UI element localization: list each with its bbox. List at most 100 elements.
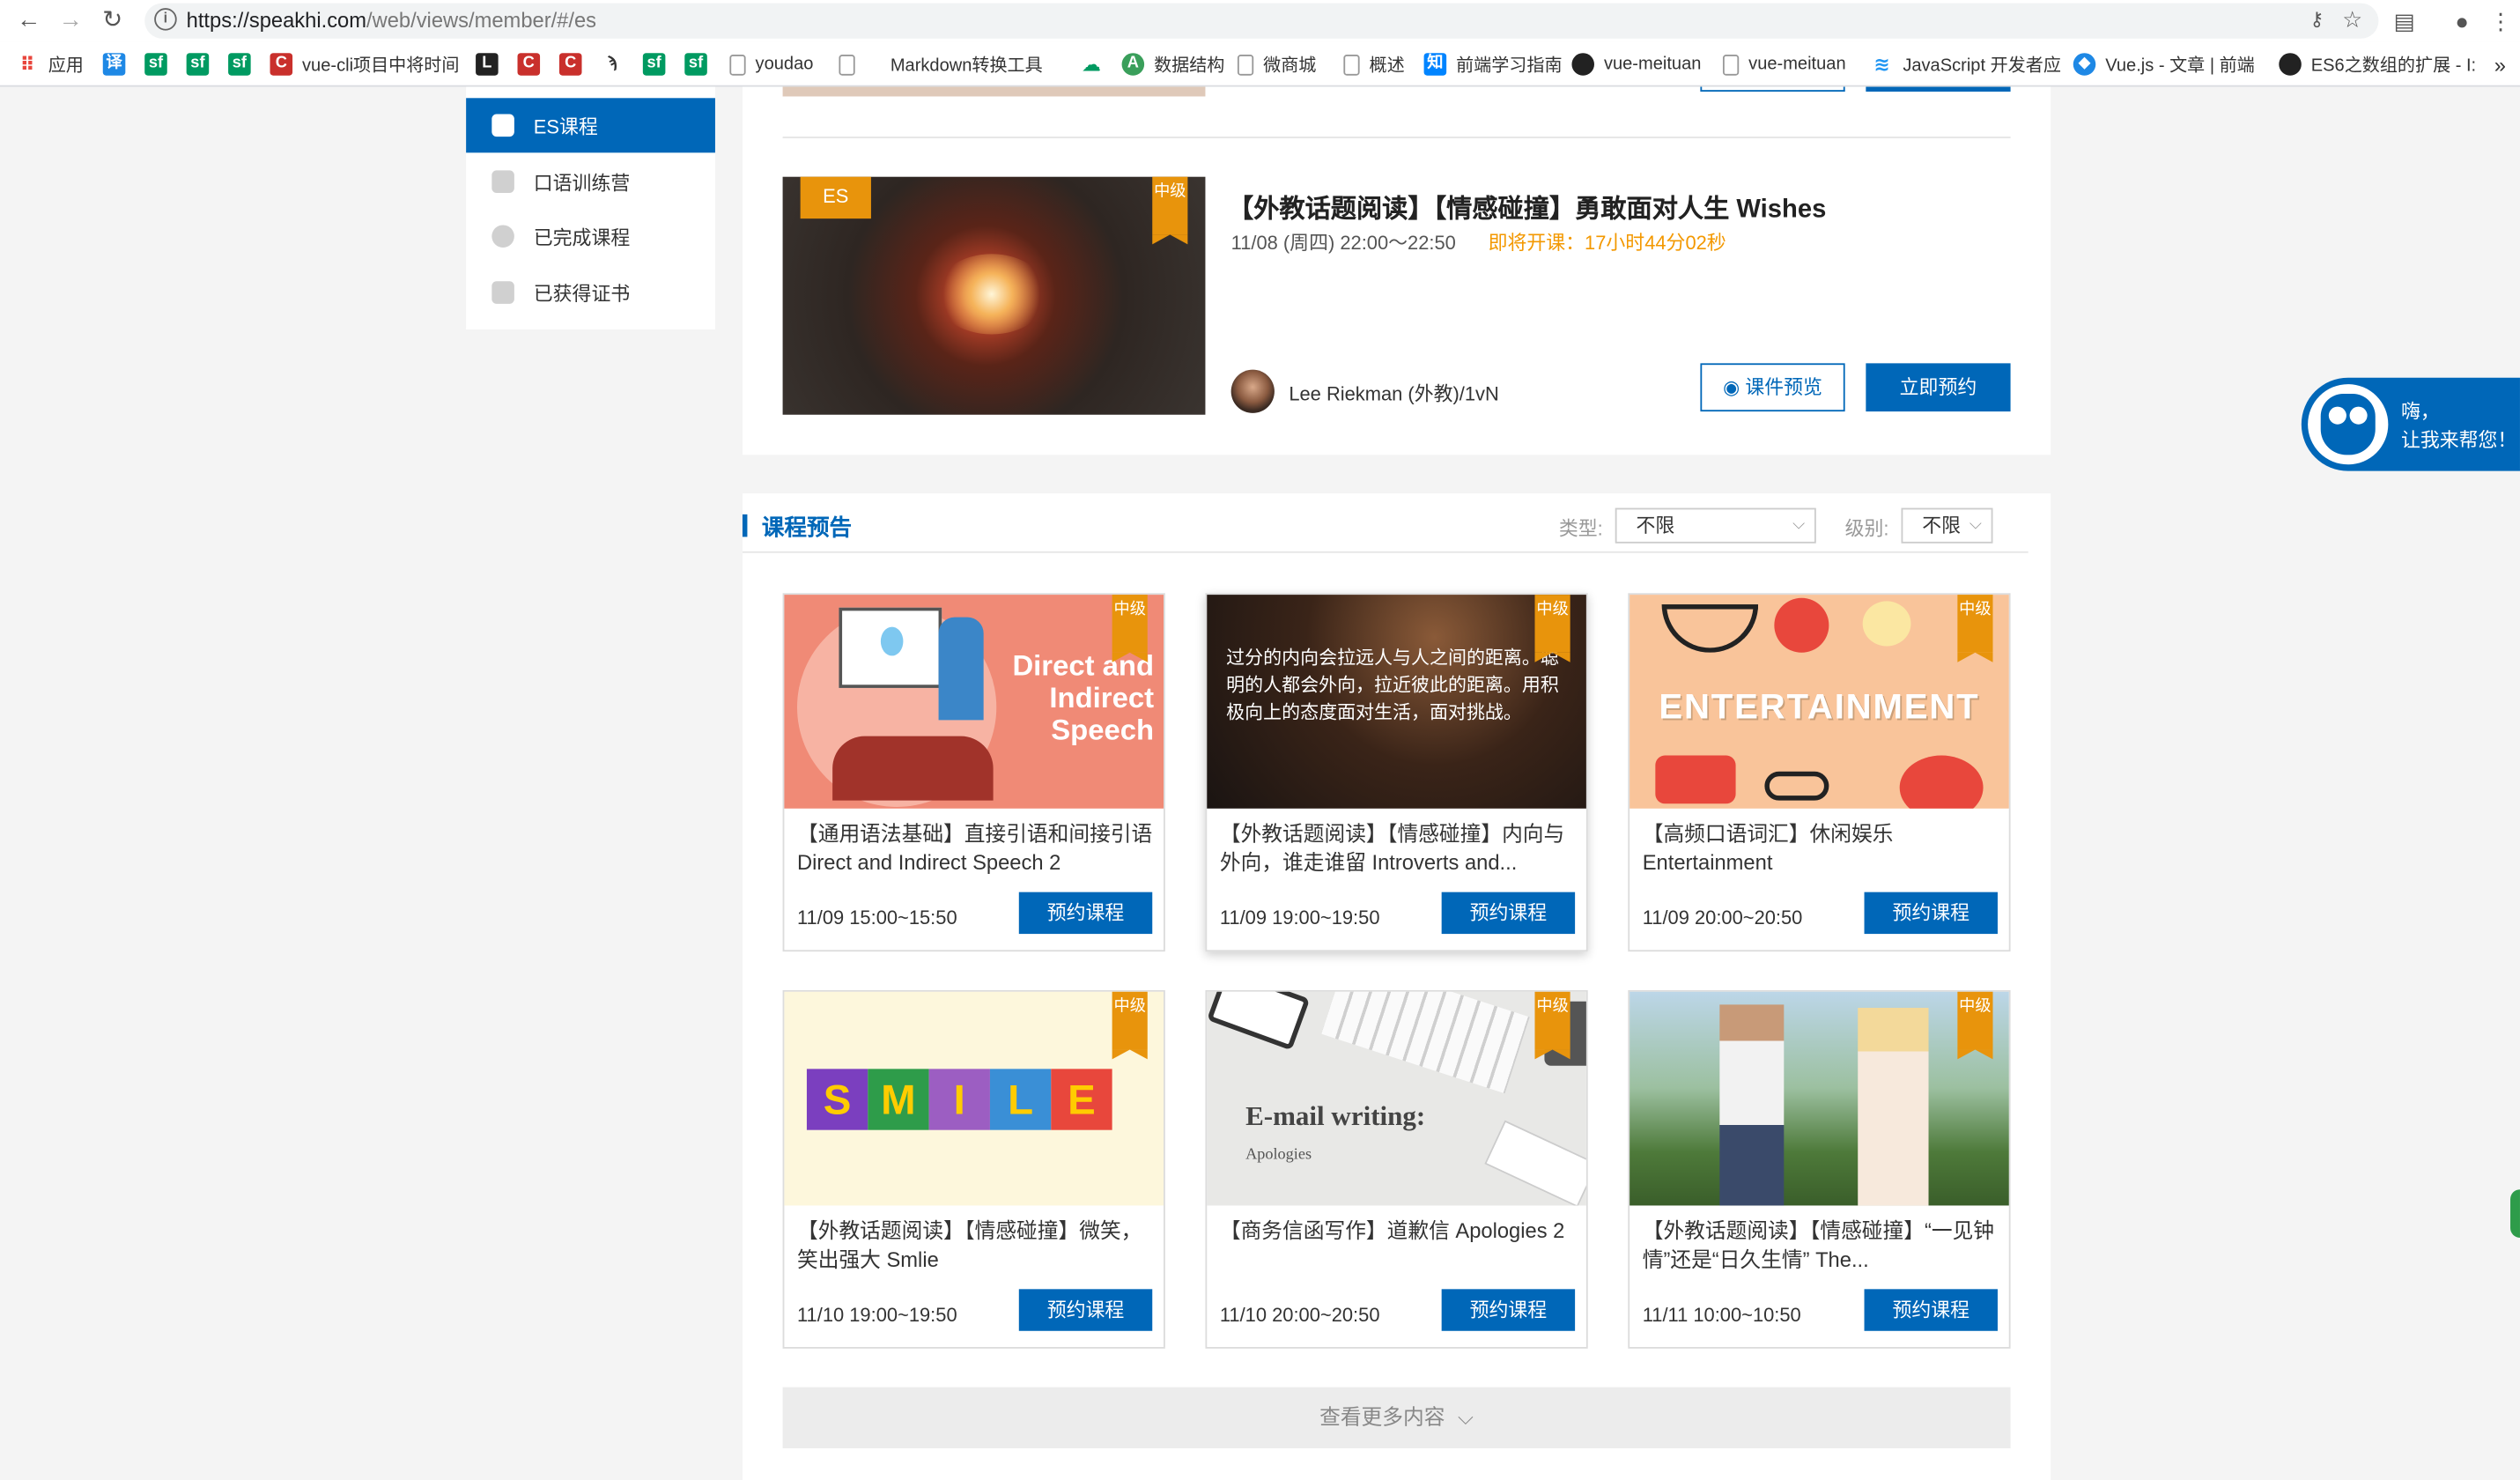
side-edge-tab[interactable] [2510, 1189, 2520, 1238]
book-course-button[interactable]: 预约课程 [1864, 892, 1998, 935]
bookmark-markdown[interactable]: Markdown转换工具 [839, 51, 1043, 77]
owl-eye-right [2349, 406, 2368, 425]
puzzle-piece: I [928, 1069, 990, 1130]
bookmark-vue-cli[interactable]: Cvue-cli项目中将时间 [270, 51, 460, 77]
page-icon [1237, 54, 1254, 75]
level-tag: 中级 [1957, 595, 1993, 662]
thumbnail-caption: ENTERTAINMENT [1659, 686, 1980, 727]
keyboard-image [1321, 991, 1530, 1094]
bookmark-js[interactable]: ≋ JavaScript 开发者应 [1871, 51, 2060, 77]
level-select[interactable]: 不限 ⌵ [1901, 507, 1993, 544]
bookmark-github-1[interactable]: vue-meituan [1571, 51, 1701, 77]
course-card[interactable]: E-mail writing: Apologies 中级 【商务信函写作】道歉信… [1205, 989, 1588, 1349]
wave-icon: ≋ [1873, 53, 1890, 76]
course-title[interactable]: 【高频口语词汇】休闲娱乐 Entertainment [1643, 820, 2003, 878]
bookmark-es6[interactable]: ES6之数组的扩展 - I: [2279, 51, 2476, 77]
thumbnail-subcaption: Apologies [1245, 1145, 1312, 1165]
book-now-button[interactable]: 立即预约 [1866, 363, 2011, 412]
address-bar[interactable]: i https://speakhi.com/web/views/member/#… [144, 3, 2379, 39]
sidebar-item-completed[interactable]: 已完成课程 [466, 209, 715, 263]
sidebar-item-speaking-camp[interactable]: 口语训练营 [466, 154, 715, 209]
bookmark-sf-2[interactable]: sf [186, 51, 218, 77]
section-title: 课程预告 [761, 514, 853, 541]
previous-book-button[interactable] [1866, 86, 2011, 92]
extension-icon[interactable]: ▤ [2388, 4, 2420, 36]
reload-icon[interactable]: ↻ [96, 4, 128, 36]
back-icon[interactable]: ← [13, 4, 45, 36]
bookmark-label: 微商城 [1263, 56, 1317, 76]
page-icon [1722, 54, 1740, 75]
featured-course-title[interactable]: 【外教话题阅读】【情感碰撞】勇敢面对人生 Wishes [1228, 187, 1826, 226]
bookmark-overview[interactable]: 概述 [1343, 51, 1405, 77]
bookmark-c1[interactable]: C [517, 51, 550, 77]
type-select-value: 不限 [1636, 514, 1675, 537]
courseware-preview-button[interactable]: ◉ 课件预览 [1700, 363, 1845, 412]
bookmark-c2[interactable]: C [558, 51, 591, 77]
course-title[interactable]: 【外教话题阅读】【情感碰撞】微笑，笑出强大 Smlie [797, 1217, 1157, 1275]
course-card[interactable]: 中级 【外教话题阅读】【情感碰撞】“一见钟情”还是“日久生情” The... 1… [1628, 989, 2011, 1349]
bookmark-zhihu[interactable]: 知前端学习指南 [1423, 51, 1563, 77]
bookmark-label: vue-cli项目中将时间 [302, 56, 460, 76]
thumbnail-caption: Direct and Indirect Speech [1012, 649, 1155, 746]
bookmark-link[interactable]: ϡ [601, 51, 632, 77]
course-title[interactable]: 【外教话题阅读】【情感碰撞】“一见钟情”还是“日久生情” The... [1643, 1217, 2003, 1275]
book-course-button[interactable]: 预约课程 [1441, 1289, 1576, 1331]
glow-hands-image [935, 254, 1048, 335]
bookmark-vuejs[interactable]: ◆ Vue.js - 文章 | 前端 [2073, 51, 2255, 77]
sidebar-item-certificates[interactable]: 已获得证书 [466, 265, 715, 320]
course-title[interactable]: 【通用语法基础】直接引语和间接引语 Direct and Indirect Sp… [797, 820, 1157, 878]
sandals-image [1655, 755, 1736, 804]
bookmark-translate[interactable]: 译 [102, 51, 135, 77]
book-course-button[interactable]: 预约课程 [1441, 892, 1576, 935]
bookmark-page-meituan[interactable]: vue-meituan [1722, 51, 1846, 77]
bookmark-label: Markdown转换工具 [890, 56, 1043, 76]
bookmarks-bar: ⠿ 应用 译 sf sf sf Cvue-cli项目中将时间 L C C ϡ sf… [0, 41, 2520, 87]
man-figure [1719, 1004, 1785, 1206]
bookmark-apps[interactable]: ⠿ 应用 [16, 51, 83, 77]
puzzle-piece: L [989, 1069, 1052, 1130]
bookmark-data-structure[interactable]: A 数据结构 [1121, 51, 1224, 77]
star-icon[interactable]: ☆ [2342, 6, 2362, 33]
view-more-button[interactable]: 查看更多内容 ⌵ [782, 1387, 2011, 1448]
course-card[interactable]: S M I L E 中级 【外教话题阅读】【情感碰撞】微笑，笑出强大 Smlie… [782, 989, 1165, 1349]
course-card[interactable]: 过分的内向会拉远人与人之间的距离。聪明的人都会外向，拉近彼此的距离。用积极向上的… [1205, 593, 1588, 952]
key-icon[interactable]: ⚷ [2309, 8, 2324, 31]
sidebar-item-es-course[interactable]: ES课程 [466, 98, 715, 153]
bookmark-weishangcheng[interactable]: 微商城 [1237, 51, 1317, 77]
help-chat-widget[interactable]: 嗨， 让我来帮您！ [2301, 377, 2520, 471]
bookmark-sf-5[interactable]: sf [684, 51, 716, 77]
tv-icon [491, 114, 514, 137]
course-title[interactable]: 【外教话题阅读】【情感碰撞】内向与外向，谁走谁留 Introverts and.… [1220, 820, 1580, 878]
help-offer: 让我来帮您！ [2400, 429, 2517, 452]
notebook-image [1484, 1120, 1586, 1206]
type-select[interactable]: 不限 ⌵ [1615, 507, 1816, 544]
info-icon[interactable]: i [154, 8, 177, 31]
previous-preview-button[interactable] [1700, 86, 1845, 92]
url-text[interactable]: https://speakhi.com/web/views/member/#/e… [187, 8, 596, 32]
bookmark-green[interactable]: ☁ [1080, 51, 1112, 77]
level-tag: 中级 [1152, 176, 1188, 245]
sf-icon: sf [642, 53, 666, 76]
book-course-button[interactable]: 预约课程 [1018, 1289, 1153, 1331]
more-bookmarks-icon[interactable]: » [2494, 51, 2506, 77]
account-icon[interactable]: ● [2446, 4, 2478, 36]
book-course-button[interactable]: 预约课程 [1864, 1289, 1998, 1331]
member-sidebar: ES课程 口语训练营 已完成课程 已获得证书 [466, 86, 715, 330]
puzzle-piece: M [868, 1069, 929, 1130]
cloud-icon: ☁ [1081, 53, 1101, 76]
course-card[interactable]: ENTERTAINMENT 中级 【高频口语词汇】休闲娱乐 Entertainm… [1628, 593, 2011, 952]
chevron-down-icon: ⌵ [1792, 515, 1806, 534]
forward-icon[interactable]: → [55, 4, 86, 36]
course-title[interactable]: 【商务信函写作】道歉信 Apologies 2 [1220, 1217, 1580, 1246]
bookmark-li[interactable]: L [476, 51, 507, 77]
apps-grid-icon: ⠿ [19, 53, 35, 76]
menu-icon[interactable]: ⋮ [2485, 4, 2516, 36]
bookmark-sf-3[interactable]: sf [228, 51, 260, 77]
bookmark-youdao[interactable]: youdao [729, 51, 813, 77]
book-course-button[interactable]: 预约课程 [1018, 892, 1153, 935]
bookmark-label: 前端学习指南 [1456, 56, 1563, 76]
bookmark-sf-4[interactable]: sf [642, 51, 675, 77]
course-card[interactable]: Direct and Indirect Speech 中级 【通用语法基础】直接… [782, 593, 1165, 952]
bookmark-sf-1[interactable]: sf [144, 51, 176, 77]
course-thumbnail: S M I L E [784, 991, 1164, 1206]
